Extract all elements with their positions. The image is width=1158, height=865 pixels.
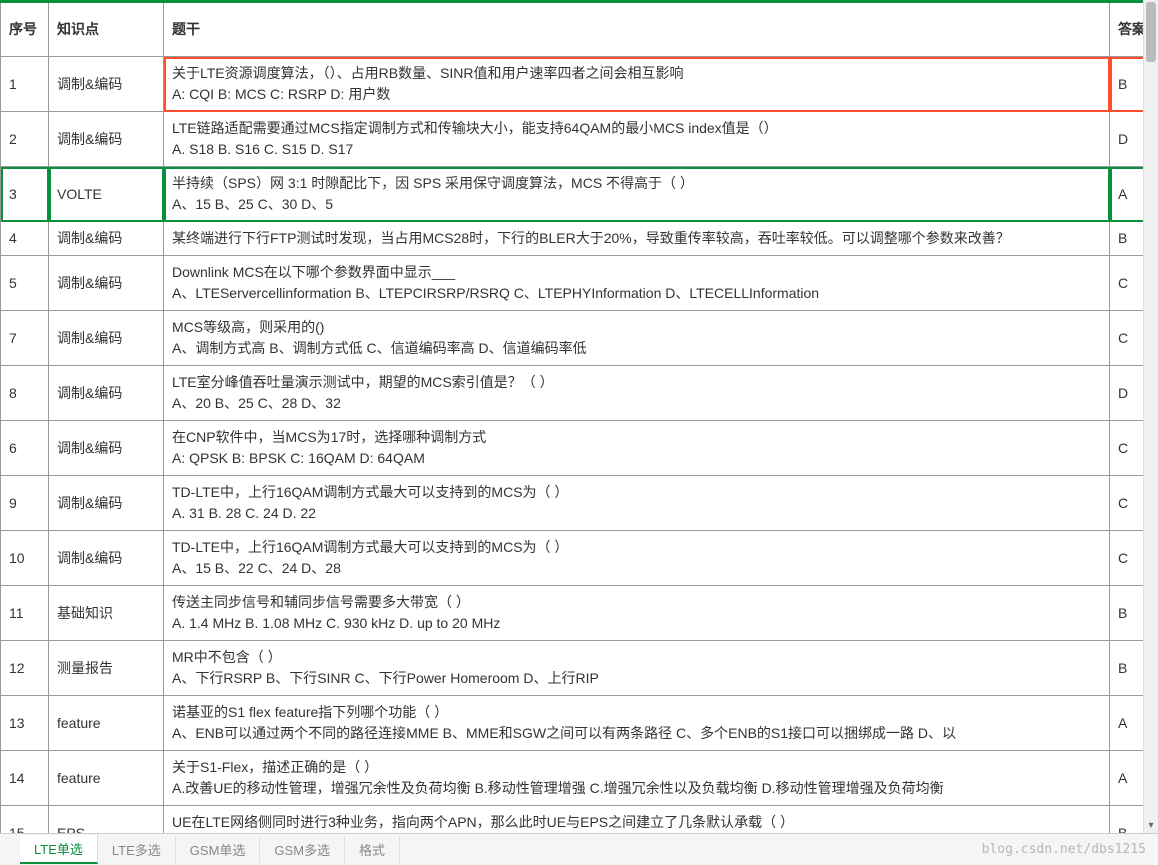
header-seq: 序号 [1, 2, 49, 57]
cell-kp[interactable]: 调制&编码 [49, 112, 164, 167]
table-row[interactable]: 14feature关于S1-Flex，描述正确的是（ ） A.改善UE的移动性管… [1, 751, 1158, 806]
cell-seq[interactable]: 4 [1, 222, 49, 256]
cell-kp[interactable]: feature [49, 696, 164, 751]
sheet-tab[interactable]: LTE单选 [20, 835, 98, 864]
cell-question[interactable]: TD-LTE中，上行16QAM调制方式最大可以支持到的MCS为（ ） A. 31… [164, 476, 1110, 531]
cell-question[interactable]: MR中不包含（ ） A、下行RSRP B、下行SINR C、下行Power Ho… [164, 641, 1110, 696]
cell-seq[interactable]: 12 [1, 641, 49, 696]
scrollbar-thumb[interactable] [1146, 2, 1156, 62]
table-row[interactable]: 11基础知识传送主同步信号和辅同步信号需要多大带宽（ ） A. 1.4 MHz … [1, 586, 1158, 641]
cell-question[interactable]: 在CNP软件中，当MCS为17时，选择哪种调制方式 A: QPSK B: BPS… [164, 421, 1110, 476]
sheet-tab[interactable]: 格式 [345, 836, 400, 863]
cell-kp[interactable]: 测量报告 [49, 641, 164, 696]
cell-question[interactable]: LTE室分峰值吞吐量演示测试中，期望的MCS索引值是？（ ） A、20 B、25… [164, 366, 1110, 421]
cell-seq[interactable]: 13 [1, 696, 49, 751]
cell-question[interactable]: 关于S1-Flex，描述正确的是（ ） A.改善UE的移动性管理，增强冗余性及负… [164, 751, 1110, 806]
cell-seq[interactable]: 11 [1, 586, 49, 641]
sheet-tab[interactable]: GSM单选 [176, 836, 261, 863]
cell-seq[interactable]: 14 [1, 751, 49, 806]
cell-question[interactable]: MCS等级高，则采用的() A、调制方式高 B、调制方式低 C、信道编码率高 D… [164, 311, 1110, 366]
table-row[interactable]: 10调制&编码TD-LTE中，上行16QAM调制方式最大可以支持到的MCS为（ … [1, 531, 1158, 586]
cell-question[interactable]: UE在LTE网络侧同时进行3种业务，指向两个APN，那么此时UE与EPS之间建立… [164, 806, 1110, 834]
cell-question[interactable]: Downlink MCS在以下哪个参数界面中显示___ A、LTEServerc… [164, 256, 1110, 311]
cell-kp[interactable]: 调制&编码 [49, 476, 164, 531]
spreadsheet-container: 序号 知识点 题干 答案 1调制&编码关于LTE资源调度算法，（）、占用RB数量… [0, 0, 1158, 833]
cell-question[interactable]: 关于LTE资源调度算法，（）、占用RB数量、SINR值和用户速率四者之间会相互影… [164, 57, 1110, 112]
table-row[interactable]: 15EPSUE在LTE网络侧同时进行3种业务，指向两个APN，那么此时UE与EP… [1, 806, 1158, 834]
sheet-tab[interactable]: LTE多选 [98, 836, 176, 863]
cell-seq[interactable]: 3 [1, 167, 49, 222]
cell-kp[interactable]: feature [49, 751, 164, 806]
cell-question[interactable]: TD-LTE中，上行16QAM调制方式最大可以支持到的MCS为（ ） A、15 … [164, 531, 1110, 586]
table-row[interactable]: 6调制&编码在CNP软件中，当MCS为17时，选择哪种调制方式 A: QPSK … [1, 421, 1158, 476]
sheet-tab[interactable]: GSM多选 [260, 836, 345, 863]
cell-kp[interactable]: EPS [49, 806, 164, 834]
question-table: 序号 知识点 题干 答案 1调制&编码关于LTE资源调度算法，（）、占用RB数量… [0, 0, 1158, 833]
cell-kp[interactable]: 调制&编码 [49, 421, 164, 476]
table-row[interactable]: 3VOLTE半持续（SPS）网 3:1 时隙配比下，因 SPS 采用保守调度算法… [1, 167, 1158, 222]
cell-seq[interactable]: 7 [1, 311, 49, 366]
table-row[interactable]: 8调制&编码LTE室分峰值吞吐量演示测试中，期望的MCS索引值是？（ ） A、2… [1, 366, 1158, 421]
cell-question[interactable]: 某终端进行下行FTP测试时发现，当占用MCS28时，下行的BLER大于20%，导… [164, 222, 1110, 256]
table-row[interactable]: 12测量报告MR中不包含（ ） A、下行RSRP B、下行SINR C、下行Po… [1, 641, 1158, 696]
cell-kp[interactable]: 调制&编码 [49, 311, 164, 366]
table-row[interactable]: 9调制&编码TD-LTE中，上行16QAM调制方式最大可以支持到的MCS为（ ）… [1, 476, 1158, 531]
cell-question[interactable]: 半持续（SPS）网 3:1 时隙配比下，因 SPS 采用保守调度算法，MCS 不… [164, 167, 1110, 222]
header-row: 序号 知识点 题干 答案 [1, 2, 1158, 57]
sheet-tab-bar: LTE单选LTE多选GSM单选GSM多选格式 [0, 833, 1158, 865]
cell-seq[interactable]: 10 [1, 531, 49, 586]
cell-seq[interactable]: 6 [1, 421, 49, 476]
cell-kp[interactable]: 调制&编码 [49, 531, 164, 586]
table-row[interactable]: 1调制&编码关于LTE资源调度算法，（）、占用RB数量、SINR值和用户速率四者… [1, 57, 1158, 112]
cell-seq[interactable]: 1 [1, 57, 49, 112]
table-row[interactable]: 7调制&编码MCS等级高，则采用的() A、调制方式高 B、调制方式低 C、信道… [1, 311, 1158, 366]
scroll-down-arrow[interactable]: ▾ [1144, 818, 1158, 833]
cell-kp[interactable]: 调制&编码 [49, 256, 164, 311]
cell-kp[interactable]: 调制&编码 [49, 57, 164, 112]
cell-seq[interactable]: 15 [1, 806, 49, 834]
table-row[interactable]: 4调制&编码某终端进行下行FTP测试时发现，当占用MCS28时，下行的BLER大… [1, 222, 1158, 256]
cell-kp[interactable]: 调制&编码 [49, 366, 164, 421]
cell-seq[interactable]: 2 [1, 112, 49, 167]
cell-seq[interactable]: 5 [1, 256, 49, 311]
table-row[interactable]: 2调制&编码LTE链路适配需要通过MCS指定调制方式和传输块大小，能支持64QA… [1, 112, 1158, 167]
table-row[interactable]: 13feature诺基亚的S1 flex feature指下列哪个功能（ ） A… [1, 696, 1158, 751]
cell-seq[interactable]: 9 [1, 476, 49, 531]
header-question: 题干 [164, 2, 1110, 57]
cell-kp[interactable]: VOLTE [49, 167, 164, 222]
cell-kp[interactable]: 基础知识 [49, 586, 164, 641]
cell-kp[interactable]: 调制&编码 [49, 222, 164, 256]
cell-question[interactable]: 诺基亚的S1 flex feature指下列哪个功能（ ） A、ENB可以通过两… [164, 696, 1110, 751]
cell-seq[interactable]: 8 [1, 366, 49, 421]
cell-question[interactable]: 传送主同步信号和辅同步信号需要多大带宽（ ） A. 1.4 MHz B. 1.0… [164, 586, 1110, 641]
vertical-scrollbar[interactable]: ▾ [1143, 0, 1158, 833]
table-row[interactable]: 5调制&编码Downlink MCS在以下哪个参数界面中显示___ A、LTES… [1, 256, 1158, 311]
header-kp: 知识点 [49, 2, 164, 57]
cell-question[interactable]: LTE链路适配需要通过MCS指定调制方式和传输块大小，能支持64QAM的最小MC… [164, 112, 1110, 167]
